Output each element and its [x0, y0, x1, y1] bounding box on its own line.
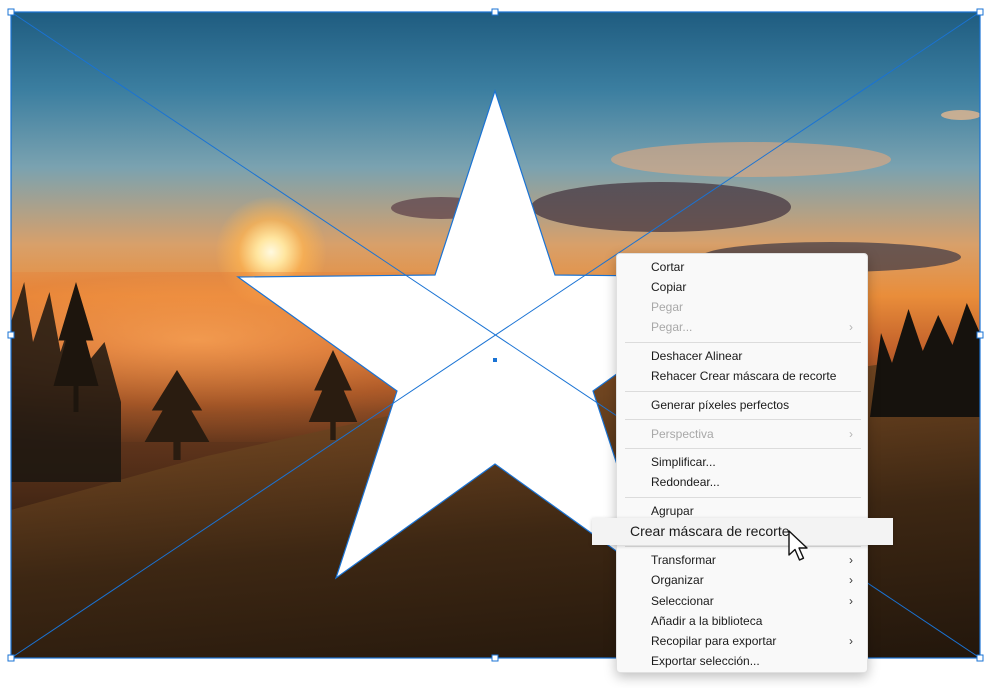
menu-item-perspectiva[interactable]: Perspectiva [651, 427, 714, 442]
menu-item-pegar[interactable]: Pegar [651, 300, 683, 315]
menu-item-organizar[interactable]: Organizar [651, 573, 704, 588]
resize-handle-r[interactable] [976, 331, 984, 339]
menu-item-generar-pixeles[interactable]: Generar píxeles perfectos [651, 398, 789, 413]
menu-item-copiar[interactable]: Copiar [651, 280, 686, 295]
menu-separator [625, 419, 861, 420]
menu-item-cortar[interactable]: Cortar [651, 260, 684, 275]
chevron-right-icon: › [849, 634, 853, 648]
menu-separator [625, 497, 861, 498]
menu-item-recopilar-exportar[interactable]: Recopilar para exportar [651, 634, 776, 649]
chevron-right-icon: › [849, 320, 853, 334]
chevron-right-icon: › [849, 553, 853, 567]
menu-item-deshacer-alinear[interactable]: Deshacer Alinear [651, 349, 742, 364]
resize-handle-b[interactable] [491, 654, 499, 662]
menu-item-transformar[interactable]: Transformar [651, 553, 716, 568]
menu-item-label: Crear máscara de recorte [630, 523, 790, 539]
resize-handle-tl[interactable] [7, 8, 15, 16]
resize-handle-l[interactable] [7, 331, 15, 339]
menu-separator [625, 448, 861, 449]
menu-item-redondear[interactable]: Redondear... [651, 475, 720, 490]
menu-item-exportar-seleccion[interactable]: Exportar selección... [651, 654, 760, 669]
menu-item-anadir-biblioteca[interactable]: Añadir a la biblioteca [651, 614, 762, 629]
menu-item-seleccionar[interactable]: Seleccionar [651, 594, 714, 609]
resize-handle-tr[interactable] [976, 8, 984, 16]
context-menu: Cortar Copiar Pegar Pegar... › Deshacer … [616, 253, 868, 673]
menu-item-pegar-submenu[interactable]: Pegar... [651, 320, 692, 335]
menu-item-agrupar[interactable]: Agrupar [651, 504, 694, 519]
menu-separator [625, 342, 861, 343]
menu-separator [625, 391, 861, 392]
menu-separator [625, 546, 861, 547]
chevron-right-icon: › [849, 594, 853, 608]
resize-handle-t[interactable] [491, 8, 499, 16]
arrow-cursor-icon [788, 530, 808, 561]
resize-handle-bl[interactable] [7, 654, 15, 662]
menu-item-simplificar[interactable]: Simplificar... [651, 455, 716, 470]
chevron-right-icon: › [849, 573, 853, 587]
center-point [493, 358, 497, 362]
chevron-right-icon: › [849, 427, 853, 441]
resize-handle-br[interactable] [976, 654, 984, 662]
menu-item-crear-mascara-highlighted[interactable]: Crear máscara de recorte [592, 518, 893, 545]
menu-item-rehacer-mascara[interactable]: Rehacer Crear máscara de recorte [651, 369, 836, 384]
